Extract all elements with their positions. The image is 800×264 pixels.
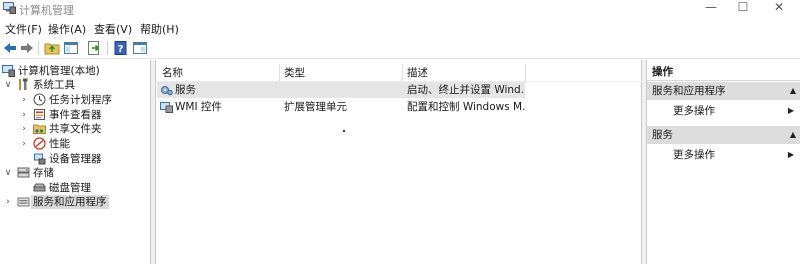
cell-description: 启动、终止并设置 Wind... [407, 84, 525, 96]
menu-bar: 文件(F) 操作(A) 查看(V) 帮助(H) [0, 18, 800, 37]
tree-item-label: 存储 [33, 167, 54, 179]
toolbar: ? [0, 37, 800, 59]
tree-item-label: 任务计划程序 [49, 94, 112, 106]
svg-text:?: ? [118, 44, 124, 55]
actions-title-divider [647, 80, 800, 81]
forward-arrow-icon[interactable] [19, 40, 35, 56]
toolbar-separator [107, 41, 108, 55]
console-tree: 计算机管理(本地) ∨ 系统工具 › 任务计划程序 › 事件查看器 › 共享文件… [0, 60, 151, 264]
focus-dot [343, 130, 345, 132]
actions-section-services-and-applications[interactable]: 服务和应用程序 ▲ [647, 82, 800, 100]
actions-section-services[interactable]: 服务 ▲ [647, 126, 800, 144]
export-list-icon[interactable] [86, 40, 102, 56]
tree-item-label: 事件查看器 [49, 109, 102, 121]
event-log-icon [34, 109, 45, 120]
expanded-chevron-icon[interactable]: ∨ [3, 78, 13, 92]
list-item-wmi-control[interactable]: WMI 控件 扩展管理单元 配置和控制 Windows M... [157, 99, 525, 115]
services-applications-icon [17, 197, 30, 207]
column-separator[interactable] [279, 64, 280, 81]
tree-item-label: 服务和应用程序 [31, 195, 109, 209]
collapsed-chevron-icon[interactable]: › [19, 108, 29, 122]
show-hide-tree-icon[interactable] [63, 40, 79, 56]
gears-icon [161, 86, 173, 96]
submenu-arrow-icon[interactable]: ▶ [788, 103, 794, 119]
cell-type: 扩展管理单元 [284, 101, 347, 113]
cell-name: WMI 控件 [175, 101, 222, 113]
storage-icon [17, 167, 30, 178]
more-actions-link[interactable]: 更多操作 [673, 103, 715, 119]
list-item-services[interactable]: 服务 启动、终止并设置 Wind... [157, 82, 525, 98]
disk-icon [33, 183, 46, 192]
tree-item-label: 系统工具 [33, 79, 75, 91]
menu-help[interactable]: 帮助(H) [140, 21, 179, 37]
collapsed-chevron-icon[interactable]: › [19, 137, 29, 151]
column-separator[interactable] [525, 64, 526, 81]
computer-management-icon [2, 65, 15, 77]
tree-item-label: 设备管理器 [49, 153, 102, 165]
window-title: 计算机管理 [19, 4, 74, 17]
menu-file[interactable]: 文件(F) [5, 21, 42, 37]
column-header-name[interactable]: 名称 [162, 65, 183, 81]
more-actions-link[interactable]: 更多操作 [673, 147, 715, 163]
up-folder-icon[interactable] [44, 40, 60, 56]
tools-icon [19, 78, 28, 90]
tree-item-label: 磁盘管理 [49, 182, 91, 194]
tree-item-label: 共享文件夹 [49, 123, 102, 135]
expanded-chevron-icon[interactable]: ∨ [3, 166, 13, 180]
collapse-arrow-icon[interactable]: ▲ [790, 82, 796, 100]
toolbar-separator [38, 41, 39, 55]
collapsed-chevron-icon[interactable]: › [19, 122, 29, 136]
collapsed-chevron-icon[interactable]: › [19, 93, 29, 107]
performance-icon [33, 137, 46, 150]
submenu-arrow-icon[interactable]: ▶ [788, 147, 794, 163]
column-header-description[interactable]: 描述 [407, 65, 428, 81]
back-arrow-icon[interactable] [2, 40, 18, 56]
actions-pane: 操作 服务和应用程序 ▲ 更多操作 ▶ 服务 ▲ 更多操作 ▶ [646, 60, 800, 264]
collapse-arrow-icon[interactable]: ▲ [790, 126, 796, 144]
column-header-type[interactable]: 类型 [284, 65, 305, 81]
shared-folder-icon [33, 124, 46, 134]
clock-icon [33, 93, 46, 106]
cell-name: 服务 [175, 84, 196, 96]
results-list: 名称 类型 描述 服务 启动、终止并设置 Wind... WMI 控件 扩展管理… [155, 60, 643, 264]
tree-item-label: 计算机管理(本地) [18, 65, 100, 77]
close-button[interactable]: ✕ [756, 0, 800, 16]
device-manager-icon [34, 153, 46, 165]
title-bar: 计算机管理 — ☐ ✕ [0, 0, 800, 18]
actions-title: 操作 [652, 66, 673, 78]
section-label: 服务和应用程序 [652, 85, 726, 97]
computer-management-icon [3, 2, 16, 14]
menu-view[interactable]: 查看(V) [94, 21, 132, 37]
section-label: 服务 [652, 129, 673, 141]
wmi-control-icon [160, 102, 173, 113]
help-icon[interactable]: ? [113, 40, 129, 56]
menu-action[interactable]: 操作(A) [48, 21, 86, 37]
column-separator[interactable] [402, 64, 403, 81]
cell-description: 配置和控制 Windows M... [407, 101, 525, 113]
tree-item-label: 性能 [49, 138, 70, 150]
show-action-pane-icon[interactable] [132, 40, 148, 56]
collapsed-chevron-icon[interactable]: › [3, 195, 13, 209]
